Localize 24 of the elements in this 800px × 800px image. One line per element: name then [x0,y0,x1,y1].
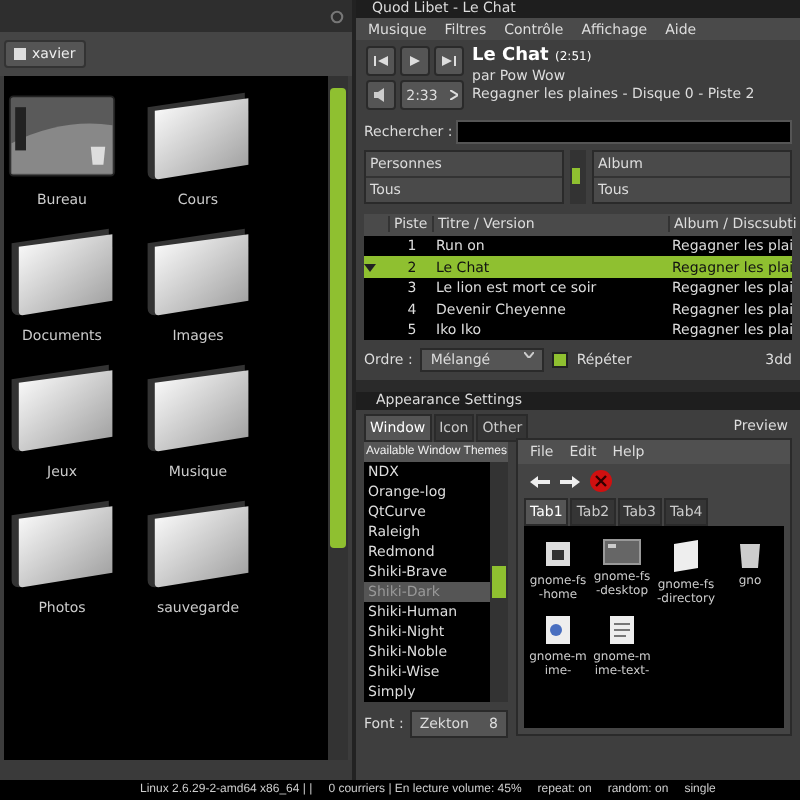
trash-icon [738,538,762,570]
text-document-icon [608,614,636,646]
next-icon [442,56,456,67]
caret-icon [524,352,535,359]
next-button[interactable] [434,46,464,77]
speaker-icon [373,88,389,103]
location-icon [14,48,26,60]
chevron-icon [449,90,458,101]
document-icon [544,614,572,646]
repeat-checkbox[interactable] [552,352,569,369]
volume-button[interactable] [366,80,396,111]
play-button[interactable] [400,46,430,77]
scrollbar[interactable] [328,76,348,760]
desktop-icon [602,538,642,566]
scrollbar[interactable] [490,462,508,702]
previous-button[interactable] [366,46,396,77]
stop-icon[interactable] [590,470,612,492]
search-field[interactable] [456,119,792,144]
forward-icon[interactable] [560,475,580,487]
scrollbar[interactable] [570,149,586,204]
back-icon[interactable] [530,475,550,487]
play-icon [410,56,420,67]
power-icon[interactable] [330,9,344,23]
previous-icon [374,56,388,67]
